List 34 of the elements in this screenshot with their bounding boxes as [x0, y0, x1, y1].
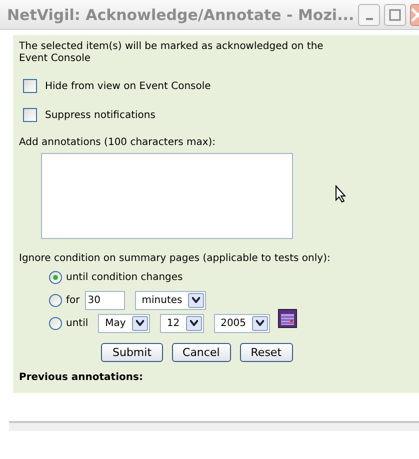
caret-icon [190, 320, 198, 326]
cancel-button[interactable]: Cancel [172, 343, 231, 362]
caret-icon [192, 297, 200, 303]
radio-button[interactable] [49, 316, 62, 330]
window-title: NetVigil: Acknowledge/Annotate - Mozi... [7, 6, 354, 24]
radio-label: until [66, 318, 88, 328]
year-dropdown[interactable]: 2005 [214, 314, 270, 332]
unit-dropdown[interactable]: minutes [134, 290, 206, 310]
intro-text: The selected item(s) will be marked as acknowledged on the Event Console [19, 41, 324, 65]
radio-button[interactable] [49, 270, 62, 284]
submit-button[interactable]: Submit [101, 343, 163, 362]
caret-icon [136, 320, 144, 326]
radio-button[interactable] [49, 294, 62, 306]
duration-field[interactable]: 30 [84, 290, 125, 310]
checkbox-label: Hide from view on Event Console [45, 80, 211, 92]
month-dropdown[interactable]: May [98, 314, 150, 332]
radio-label: for [66, 294, 80, 306]
mouse-pointer-icon [335, 185, 347, 203]
annotations-label: Add annotations (100 characters max): [19, 137, 217, 148]
caret-icon [256, 320, 264, 326]
previous-annotations-label: Previous annotations: [19, 372, 144, 383]
calendar-icon[interactable] [278, 309, 298, 328]
ignore-label: Ignore condition on summary pages (applicable to tests only): [19, 253, 330, 264]
maximize-button[interactable] [384, 4, 406, 26]
maximize-icon [389, 8, 402, 20]
annotations-field[interactable] [41, 153, 293, 239]
minimize-button[interactable] [358, 4, 380, 26]
checkbox[interactable] [23, 108, 37, 122]
checkbox[interactable] [23, 79, 37, 93]
radio-label: until condition changes [66, 272, 183, 282]
reset-button[interactable]: Reset [240, 343, 293, 362]
checkbox-label: Suppress notifications [45, 110, 156, 120]
minimize-icon [366, 18, 373, 20]
day-dropdown[interactable]: 12 [160, 314, 204, 332]
